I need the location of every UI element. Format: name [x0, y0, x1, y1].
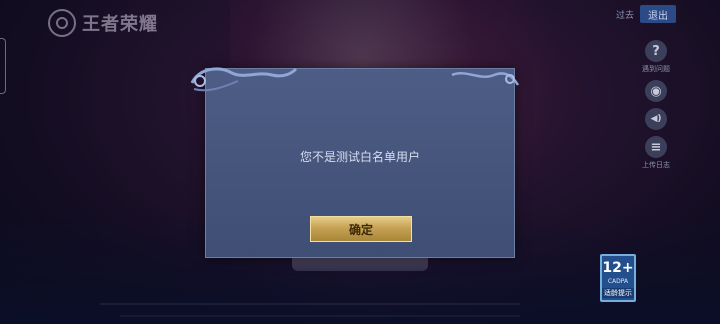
alert-dialog: 您不是测试白名单用户 确定 — [190, 67, 520, 258]
logo-text: 王者荣耀 — [82, 14, 158, 35]
dialog-message: 您不是测试白名单用户 — [299, 150, 420, 164]
background-start-button — [292, 257, 428, 271]
age-rating-org: CADPA — [607, 278, 629, 285]
side-item-help[interactable]: ? 遇到问题 — [642, 40, 670, 74]
cloud-ornament-icon — [190, 67, 298, 92]
age-rating-badge: 12+ CADPA 适龄提示 — [600, 254, 636, 302]
exit-button[interactable]: 退出 — [640, 5, 676, 23]
side-item-upload-log[interactable]: ≡ 上传日志 — [642, 136, 670, 170]
side-menu: ? 遇到问题 ◉ ◀) ≡ 上传日志 — [636, 40, 676, 176]
age-rating-footer: 适龄提示 — [602, 288, 634, 298]
footer-text-line — [120, 315, 520, 317]
logo-icon — [48, 9, 76, 37]
cloud-ornament-icon — [451, 72, 520, 86]
confirm-button[interactable]: 确定 — [310, 216, 412, 242]
side-item-gamepad[interactable]: ◉ — [645, 80, 667, 102]
age-rating-number: 12+ — [602, 260, 634, 276]
footer-text-line — [100, 303, 520, 305]
gamepad-icon: ◉ — [645, 80, 667, 102]
side-item-sound[interactable]: ◀) — [645, 108, 667, 130]
document-icon: ≡ — [645, 136, 667, 158]
game-logo: 王者荣耀 — [48, 9, 158, 37]
speaker-icon: ◀) — [645, 108, 667, 130]
side-drawer-handle[interactable] — [0, 38, 6, 94]
top-right-bar: 过去 退出 — [616, 5, 676, 23]
guoqu-link[interactable]: 过去 — [616, 8, 634, 21]
question-icon: ? — [645, 40, 667, 62]
side-item-label: 遇到问题 — [642, 65, 670, 73]
side-item-label: 上传日志 — [642, 161, 670, 169]
